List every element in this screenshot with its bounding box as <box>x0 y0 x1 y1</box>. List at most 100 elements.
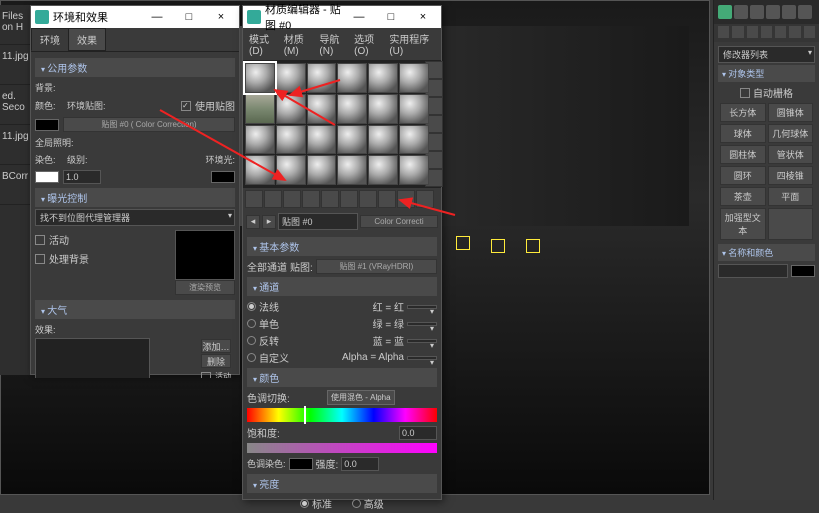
minimize-button[interactable]: — <box>345 8 373 26</box>
custom-radio[interactable] <box>247 353 256 362</box>
saturation-slider[interactable] <box>247 443 437 453</box>
maximize-button[interactable]: □ <box>377 8 405 26</box>
section-brightness[interactable]: 亮度 <box>247 474 437 493</box>
cone-button[interactable]: 圆锥体 <box>768 103 814 122</box>
modifier-list-dropdown[interactable]: 修改器列表 <box>718 46 815 63</box>
material-slot-10[interactable] <box>337 94 367 124</box>
maximize-button[interactable]: □ <box>175 8 203 26</box>
plane-button[interactable]: 平面 <box>768 187 814 206</box>
cylinder-button[interactable]: 圆柱体 <box>720 145 766 164</box>
material-name-field[interactable]: 贴图 #0 <box>278 213 358 230</box>
go-parent-button[interactable]: ◂ <box>246 215 260 229</box>
menu-material[interactable]: 材质(M) <box>282 30 316 58</box>
material-slot-17[interactable] <box>368 125 398 155</box>
material-slot-12[interactable] <box>399 94 429 124</box>
material-slot-19[interactable] <box>245 155 275 185</box>
material-id-icon[interactable] <box>378 190 396 208</box>
menu-navigate[interactable]: 导航(N) <box>317 30 350 58</box>
delete-button[interactable]: 删除 <box>201 354 231 368</box>
textplus-button[interactable]: 加强型文本 <box>720 208 766 240</box>
material-slot-24[interactable] <box>399 155 429 185</box>
motion-tab-icon[interactable] <box>766 5 780 19</box>
tint-color-swatch[interactable] <box>289 458 313 470</box>
create-tab-icon[interactable] <box>718 5 732 19</box>
section-channel[interactable]: 通道 <box>247 277 437 296</box>
material-slot-7[interactable] <box>245 94 275 124</box>
a-dropdown[interactable] <box>407 356 437 360</box>
bg-proc-checkbox[interactable] <box>35 254 45 264</box>
cameras-icon[interactable] <box>761 26 772 38</box>
menu-options[interactable]: 选项(O) <box>352 30 385 58</box>
material-slot-16[interactable] <box>337 125 367 155</box>
object-name-field[interactable] <box>718 264 788 278</box>
reset-icon[interactable] <box>302 190 320 208</box>
material-slot-3[interactable] <box>307 63 337 93</box>
close-button[interactable]: × <box>207 8 235 26</box>
tab-environment[interactable]: 环境 <box>31 28 69 51</box>
mat-titlebar[interactable]: 材质编辑器 - 贴图 #0 — □ × <box>243 6 441 28</box>
hierarchy-tab-icon[interactable] <box>750 5 764 19</box>
shapes-icon[interactable] <box>732 26 743 38</box>
torus-button[interactable]: 圆环 <box>720 166 766 185</box>
material-slot-13[interactable] <box>245 125 275 155</box>
section-name-color[interactable]: 名称和颜色 <box>718 244 815 261</box>
b-dropdown[interactable] <box>407 339 437 343</box>
selection-box[interactable] <box>491 239 505 253</box>
g-dropdown[interactable] <box>407 322 437 326</box>
lights-icon[interactable] <box>747 26 758 38</box>
basic-map-button[interactable]: 贴图 #1 (VRayHDRI) <box>316 259 437 274</box>
tint-swatch[interactable] <box>35 171 59 183</box>
put-to-scene-icon[interactable] <box>264 190 282 208</box>
exposure-dropdown[interactable]: 找不到位图代理管理器 <box>35 209 235 226</box>
sphere-button[interactable]: 球体 <box>720 124 766 143</box>
selection-box[interactable] <box>526 239 540 253</box>
material-slot-20[interactable] <box>276 155 306 185</box>
section-basic[interactable]: 基本参数 <box>247 237 437 256</box>
env-map-button[interactable]: 贴图 #0 ( Color Correction) <box>63 117 235 132</box>
show-end-icon[interactable] <box>416 190 434 208</box>
mono-radio[interactable] <box>247 319 256 328</box>
material-slot-14[interactable] <box>276 125 306 155</box>
material-slot-9[interactable] <box>307 94 337 124</box>
selection-box[interactable] <box>456 236 470 250</box>
ambient-swatch[interactable] <box>211 171 235 183</box>
material-slot-11[interactable] <box>368 94 398 124</box>
material-slot-23[interactable] <box>368 155 398 185</box>
modify-tab-icon[interactable] <box>734 5 748 19</box>
put-library-icon[interactable] <box>359 190 377 208</box>
material-slot-21[interactable] <box>307 155 337 185</box>
active-checkbox[interactable] <box>35 235 45 245</box>
empty-button[interactable] <box>768 208 814 240</box>
material-slot-4[interactable] <box>337 63 367 93</box>
adv-radio[interactable] <box>352 499 361 508</box>
make-copy-icon[interactable] <box>321 190 339 208</box>
pyramid-button[interactable]: 四棱锥 <box>768 166 814 185</box>
material-slot-2[interactable] <box>276 63 306 93</box>
normal-radio[interactable] <box>247 302 256 311</box>
material-type-button[interactable]: Color Correcti <box>360 215 438 228</box>
material-slot-5[interactable] <box>368 63 398 93</box>
material-slot-1[interactable] <box>245 63 275 93</box>
effects-listbox[interactable] <box>35 338 150 378</box>
autogrid-checkbox[interactable] <box>740 88 750 98</box>
bg-color-swatch[interactable] <box>35 119 59 131</box>
menu-utils[interactable]: 实用程序(U) <box>387 30 437 58</box>
utilities-tab-icon[interactable] <box>798 5 812 19</box>
section-object-type[interactable]: 对象类型 <box>718 65 815 82</box>
material-slot-18[interactable] <box>399 125 429 155</box>
geosphere-button[interactable]: 几何球体 <box>768 124 814 143</box>
object-color-swatch[interactable] <box>791 265 815 277</box>
r-dropdown[interactable] <box>407 305 437 309</box>
close-button[interactable]: × <box>409 8 437 26</box>
geometry-icon[interactable] <box>718 26 729 38</box>
level-field[interactable]: 1.0 <box>63 170 101 184</box>
tab-effects[interactable]: 效果 <box>68 28 106 51</box>
material-slot-6[interactable] <box>399 63 429 93</box>
section-exposure[interactable]: 曝光控制 <box>35 188 235 207</box>
section-common[interactable]: 公用参数 <box>35 58 235 77</box>
section-color[interactable]: 颜色 <box>247 368 437 387</box>
display-tab-icon[interactable] <box>782 5 796 19</box>
make-unique-icon[interactable] <box>340 190 358 208</box>
hue-slider[interactable] <box>247 408 437 422</box>
render-preview-button[interactable]: 渲染预览 <box>175 280 235 295</box>
